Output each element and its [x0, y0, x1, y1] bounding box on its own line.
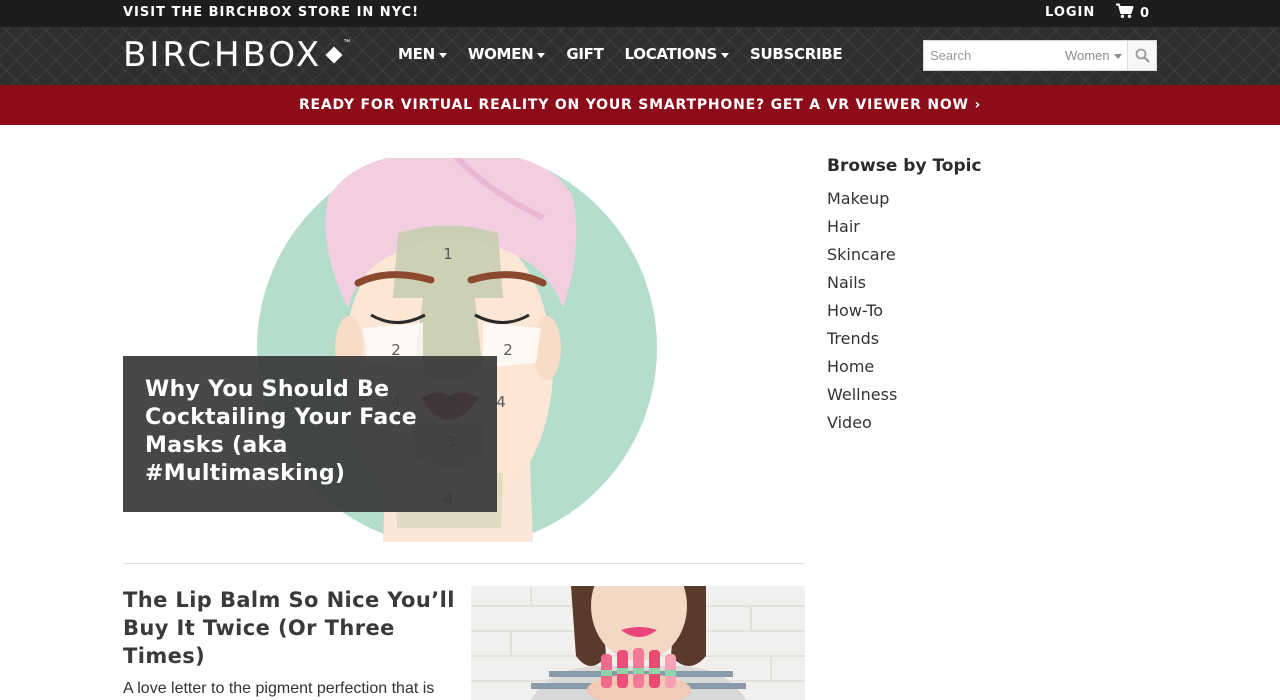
utility-bar: VISIT THE BIRCHBOX STORE IN NYC! LOGIN 0 [0, 0, 1280, 27]
zone-label-2-right: 2 [503, 341, 513, 359]
topic-list: Makeup Hair Skincare Nails How-To Trends… [827, 185, 1127, 437]
lip-balm-photo [471, 586, 805, 700]
birchbox-logo[interactable]: BIRCHBOX ™ [123, 35, 350, 75]
hero-caption: Why You Should Be Cocktailing Your Face … [123, 356, 497, 512]
nav-gift[interactable]: GIFT [566, 45, 603, 63]
topic-link-how-to[interactable]: How-To [827, 297, 1127, 325]
sidebar-heading: Browse by Topic [827, 156, 982, 176]
topic-link-video[interactable]: Video [827, 409, 1127, 437]
lip-balm-article-title[interactable]: The Lip Balm So Nice You’ll Buy It Twice… [123, 586, 463, 670]
nav-men[interactable]: MEN [398, 45, 447, 63]
login-link[interactable]: LOGIN [1045, 5, 1095, 20]
topic-link-hair[interactable]: Hair [827, 213, 1127, 241]
search-input[interactable] [924, 41, 1054, 70]
topic-link-wellness[interactable]: Wellness [827, 381, 1127, 409]
cart-icon [1115, 3, 1134, 23]
chevron-down-icon [438, 52, 447, 58]
main-nav: BIRCHBOX ™ MEN WOMEN GIFT LOCATIONS SUBS… [0, 27, 1280, 85]
vr-promo-bar[interactable]: READY FOR VIRTUAL REALITY ON YOUR SMARTP… [0, 85, 1280, 125]
chevron-down-icon [720, 52, 729, 58]
chevron-down-icon [537, 52, 546, 58]
logo-text: BIRCHBOX [123, 35, 323, 75]
browse-by-topic-sidebar: Browse by Topic Makeup Hair Skincare Nai… [827, 156, 1127, 437]
store-promo-link[interactable]: VISIT THE BIRCHBOX STORE IN NYC! [123, 5, 419, 20]
topic-link-trends[interactable]: Trends [827, 325, 1127, 353]
nav-men-label: MEN [398, 45, 435, 63]
nav-locations[interactable]: LOCATIONS [625, 45, 729, 63]
search-category-value: Women [1065, 48, 1110, 63]
lip-balm-article-image[interactable] [471, 586, 805, 700]
nav-gift-label: GIFT [566, 45, 604, 63]
logo-trademark: ™ [343, 38, 351, 46]
topic-link-skincare[interactable]: Skincare [827, 241, 1127, 269]
cart-button[interactable]: 0 [1115, 3, 1149, 23]
primary-nav: MEN WOMEN GIFT LOCATIONS SUBSCRIBE [398, 45, 863, 63]
search-box: Women [923, 40, 1157, 71]
cart-count: 0 [1140, 5, 1150, 21]
nav-subscribe[interactable]: SUBSCRIBE [749, 45, 843, 63]
nav-women-label: WOMEN [467, 45, 534, 63]
hero-article[interactable]: 1 2 2 4 4 3 4 Why You Should Be Cocktail… [123, 158, 805, 542]
logo-diamond-icon [325, 46, 343, 64]
nav-women[interactable]: WOMEN [468, 45, 546, 63]
nav-locations-label: LOCATIONS [624, 45, 718, 63]
topic-link-nails[interactable]: Nails [827, 269, 1127, 297]
vr-promo-text: READY FOR VIRTUAL REALITY ON YOUR SMARTP… [298, 97, 982, 113]
zone-label-4-right: 4 [496, 393, 506, 411]
topic-link-makeup[interactable]: Makeup [827, 185, 1127, 213]
article-divider [123, 563, 805, 564]
topic-link-home[interactable]: Home [827, 353, 1127, 381]
search-button[interactable] [1127, 41, 1156, 70]
search-icon [1135, 48, 1149, 63]
lip-balm-article-excerpt: A love letter to the pigment perfection … [123, 680, 435, 697]
zone-label-1: 1 [443, 245, 453, 263]
search-category-select[interactable]: Women [1065, 48, 1122, 63]
chevron-down-icon [1113, 54, 1122, 59]
hero-article-title[interactable]: Why You Should Be Cocktailing Your Face … [145, 376, 475, 488]
nav-subscribe-label: SUBSCRIBE [749, 45, 843, 63]
